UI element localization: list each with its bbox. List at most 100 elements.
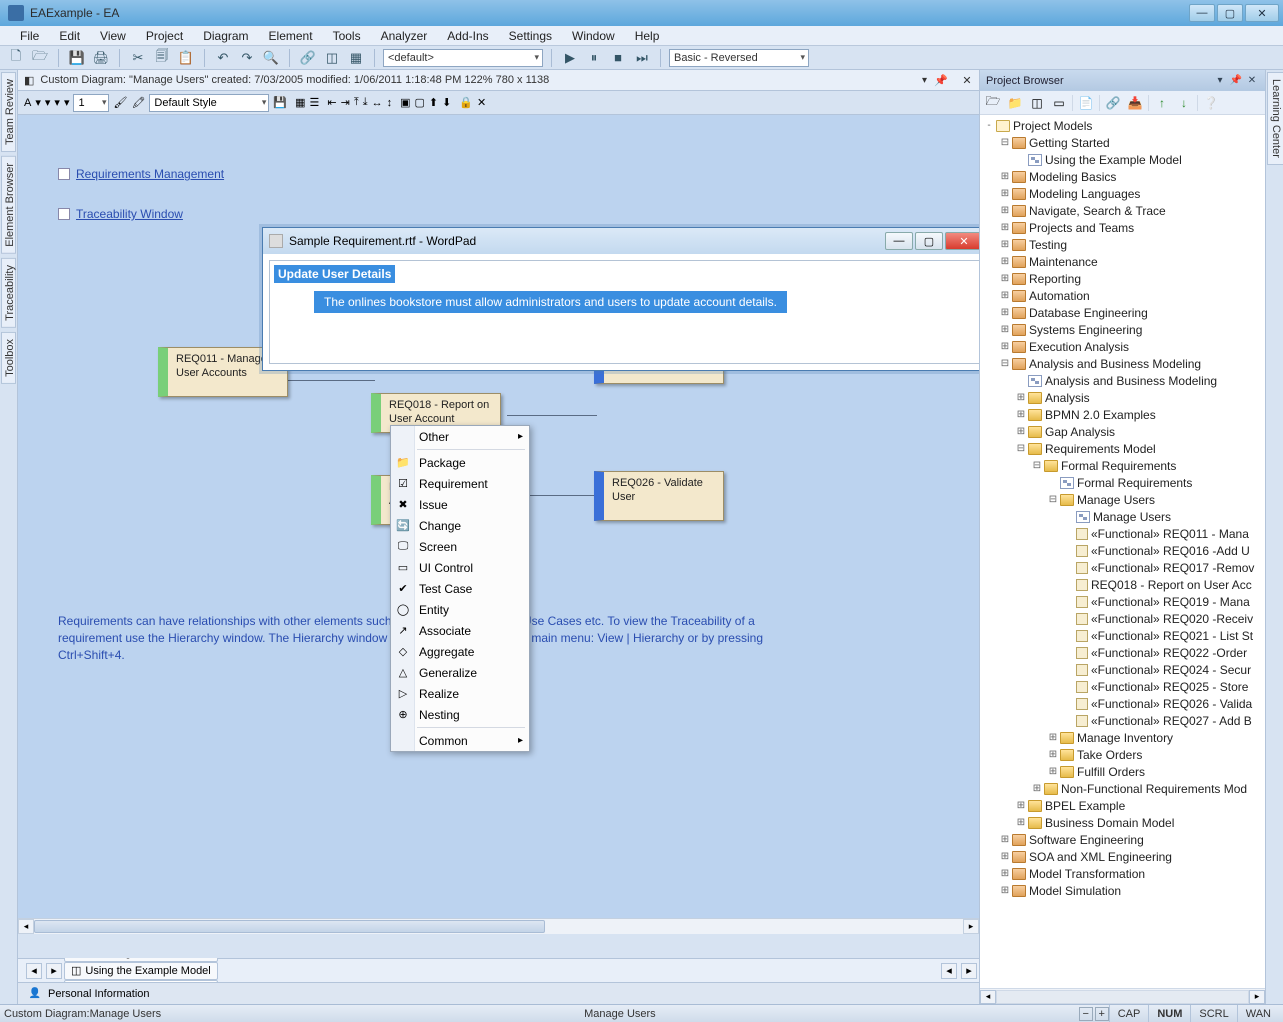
menu-file[interactable]: File (10, 27, 49, 45)
close-button[interactable]: ✕ (1245, 4, 1279, 22)
tree-node[interactable]: ⊞Execution Analysis (982, 338, 1265, 355)
stop-icon[interactable]: ■ (608, 48, 628, 68)
menu-window[interactable]: Window (562, 27, 625, 45)
tree-node[interactable]: «Functional» REQ020 -Receiv (982, 610, 1265, 627)
tree-node[interactable]: ⊟Analysis and Business Modeling (982, 355, 1265, 372)
pb-close-icon[interactable]: ✕ (1245, 74, 1259, 88)
menu-tools[interactable]: Tools (323, 27, 371, 45)
brush2-icon[interactable]: 🖍 (131, 96, 145, 109)
tree-node[interactable]: ⊟Formal Requirements (982, 457, 1265, 474)
pb-down-icon[interactable]: ↓ (1175, 94, 1193, 112)
tree-node[interactable]: ⊞Navigate, Search & Trace (982, 202, 1265, 219)
tree-node[interactable]: «Functional» REQ022 -Order (982, 644, 1265, 661)
tree-node[interactable]: ⊞Model Transformation (982, 865, 1265, 882)
wordpad-minimize-button[interactable]: — (885, 232, 913, 250)
tree-node[interactable]: ⊞Automation (982, 287, 1265, 304)
pb-newdiag-icon[interactable]: ◫ (1028, 94, 1046, 112)
open-icon[interactable]: 🗁 (30, 48, 50, 68)
lefttab-traceability[interactable]: Traceability (1, 258, 16, 328)
play-icon[interactable]: ▶ (560, 48, 580, 68)
next-icon[interactable]: ⏭ (632, 48, 652, 68)
ctx-item-aggregate[interactable]: ◇Aggregate (391, 641, 529, 662)
style-combo[interactable]: Default Style (149, 94, 269, 112)
chevron-down-icon[interactable]: ▾ (922, 75, 927, 86)
menu-element[interactable]: Element (259, 27, 323, 45)
menu-help[interactable]: Help (625, 27, 670, 45)
tree-node[interactable]: ⊞Modeling Basics (982, 168, 1265, 185)
ctx-item-nesting[interactable]: ⊕Nesting (391, 704, 529, 725)
tree-node[interactable]: ⊟Manage Users (982, 491, 1265, 508)
pb-pin-icon[interactable]: 📌 (1229, 74, 1243, 88)
print-icon[interactable]: 🖨 (91, 48, 111, 68)
tree-node[interactable]: ⊞Fulfill Orders (982, 763, 1265, 780)
tree-node[interactable]: Analysis and Business Modeling (982, 372, 1265, 389)
diagram-tab-usingtheexamplemodel[interactable]: ◫Using the Example Model (64, 962, 218, 980)
project-browser-tree[interactable]: -Project Models⊟Getting StartedUsing the… (980, 115, 1265, 988)
window-icon[interactable]: ▦ (346, 48, 366, 68)
tree-node[interactable]: Manage Users (982, 508, 1265, 525)
pb-import-icon[interactable]: 📥 (1126, 94, 1144, 112)
tree-node[interactable]: ⊞Testing (982, 236, 1265, 253)
link-icon[interactable]: 🔗 (298, 48, 318, 68)
pause-icon[interactable]: ⏸ (584, 48, 604, 68)
alignr-icon[interactable]: ⇥ (341, 96, 350, 109)
hyperlink-traceability-window[interactable]: Traceability Window (58, 207, 183, 221)
ctx-item-change[interactable]: 🔄Change (391, 515, 529, 536)
alignt-icon[interactable]: ⤒ (354, 96, 359, 109)
minimize-button[interactable]: — (1189, 4, 1215, 22)
canvas-hscroll[interactable]: ◂ ▸ (18, 918, 979, 934)
align-icon[interactable]: ☰ (310, 96, 320, 109)
front-icon[interactable]: ⬆ (429, 96, 438, 109)
tree-node[interactable]: ⊞Systems Engineering (982, 321, 1265, 338)
personal-info-tab[interactable]: 👤 Personal Information (18, 982, 979, 1004)
tree-node[interactable]: ⊞BPEL Example (982, 797, 1265, 814)
layout-icon[interactable]: ▦ (295, 96, 305, 109)
tree-node[interactable]: «Functional» REQ011 - Mana (982, 525, 1265, 542)
paste-icon[interactable]: 📋 (176, 48, 196, 68)
tree-node[interactable]: ⊞Modeling Languages (982, 185, 1265, 202)
tree-node[interactable]: ⊞Take Orders (982, 746, 1265, 763)
tree-node[interactable]: ⊟Requirements Model (982, 440, 1265, 457)
wordpad-close-button[interactable]: ✕ (945, 232, 979, 250)
tree-node[interactable]: ⊞BPMN 2.0 Examples (982, 406, 1265, 423)
ctx-item-uicontrol[interactable]: ▭UI Control (391, 557, 529, 578)
project-browser-title[interactable]: Project Browser ▾ 📌 ✕ (980, 70, 1265, 91)
scroll-right-icon[interactable]: ▸ (963, 919, 979, 934)
menu-settings[interactable]: Settings (499, 27, 562, 45)
tree-node[interactable]: «Functional» REQ025 - Store (982, 678, 1265, 695)
ctx-item-generalize[interactable]: △Generalize (391, 662, 529, 683)
undo-icon[interactable]: ↶ (213, 48, 233, 68)
zoom-control[interactable]: −+ (1079, 1007, 1109, 1021)
find-icon[interactable]: 🔍 (261, 48, 281, 68)
brush-icon[interactable]: 🖌 (113, 96, 127, 109)
tree-node[interactable]: ⊞Reporting (982, 270, 1265, 287)
menu-view[interactable]: View (90, 27, 136, 45)
ctx-item-realize[interactable]: ▷Realize (391, 683, 529, 704)
tree-node[interactable]: ⊟Getting Started (982, 134, 1265, 151)
req026-element[interactable]: REQ026 - Validate User (594, 471, 724, 521)
tree-node[interactable]: Using the Example Model (982, 151, 1265, 168)
ctx-item-issue[interactable]: ✖Issue (391, 494, 529, 515)
tree-node[interactable]: «Functional» REQ016 -Add U (982, 542, 1265, 559)
tree-node[interactable]: «Functional» REQ027 - Add B (982, 712, 1265, 729)
tree-node[interactable]: ⊞Software Engineering (982, 831, 1265, 848)
pb-up-icon[interactable]: ↑ (1153, 94, 1171, 112)
tree-node[interactable]: ⊞Non-Functional Requirements Mod (982, 780, 1265, 797)
tree-node[interactable]: ⊞Analysis (982, 389, 1265, 406)
ctx-item-associate[interactable]: ↗Associate (391, 620, 529, 641)
maximize-button[interactable]: ▢ (1217, 4, 1243, 22)
tree-node[interactable]: «Functional» REQ017 -Remov (982, 559, 1265, 576)
zoom-combo[interactable]: Basic - Reversed (669, 49, 809, 67)
alignl-icon[interactable]: ⇤ (327, 96, 336, 109)
tree-node[interactable]: «Functional» REQ024 - Secur (982, 661, 1265, 678)
ungroup-icon[interactable]: ▢ (414, 96, 424, 109)
diagram-pin-icon[interactable]: 📌 (933, 72, 949, 88)
wordpad-title-bar[interactable]: Sample Requirement.rtf - WordPad — ▢ ✕ (263, 228, 979, 254)
fill-icon[interactable]: ▾ (45, 96, 51, 109)
pb-doc-icon[interactable]: 📄 (1077, 94, 1095, 112)
diagram-icon[interactable]: ◫ (322, 48, 342, 68)
tab-scroll-left[interactable]: ◂ (26, 963, 42, 979)
pb-newmodel-icon[interactable]: 🗁 (984, 94, 1002, 112)
ctx-item-screen[interactable]: 🖵Screen (391, 536, 529, 557)
tab-scroll-right[interactable]: ▸ (46, 963, 62, 979)
